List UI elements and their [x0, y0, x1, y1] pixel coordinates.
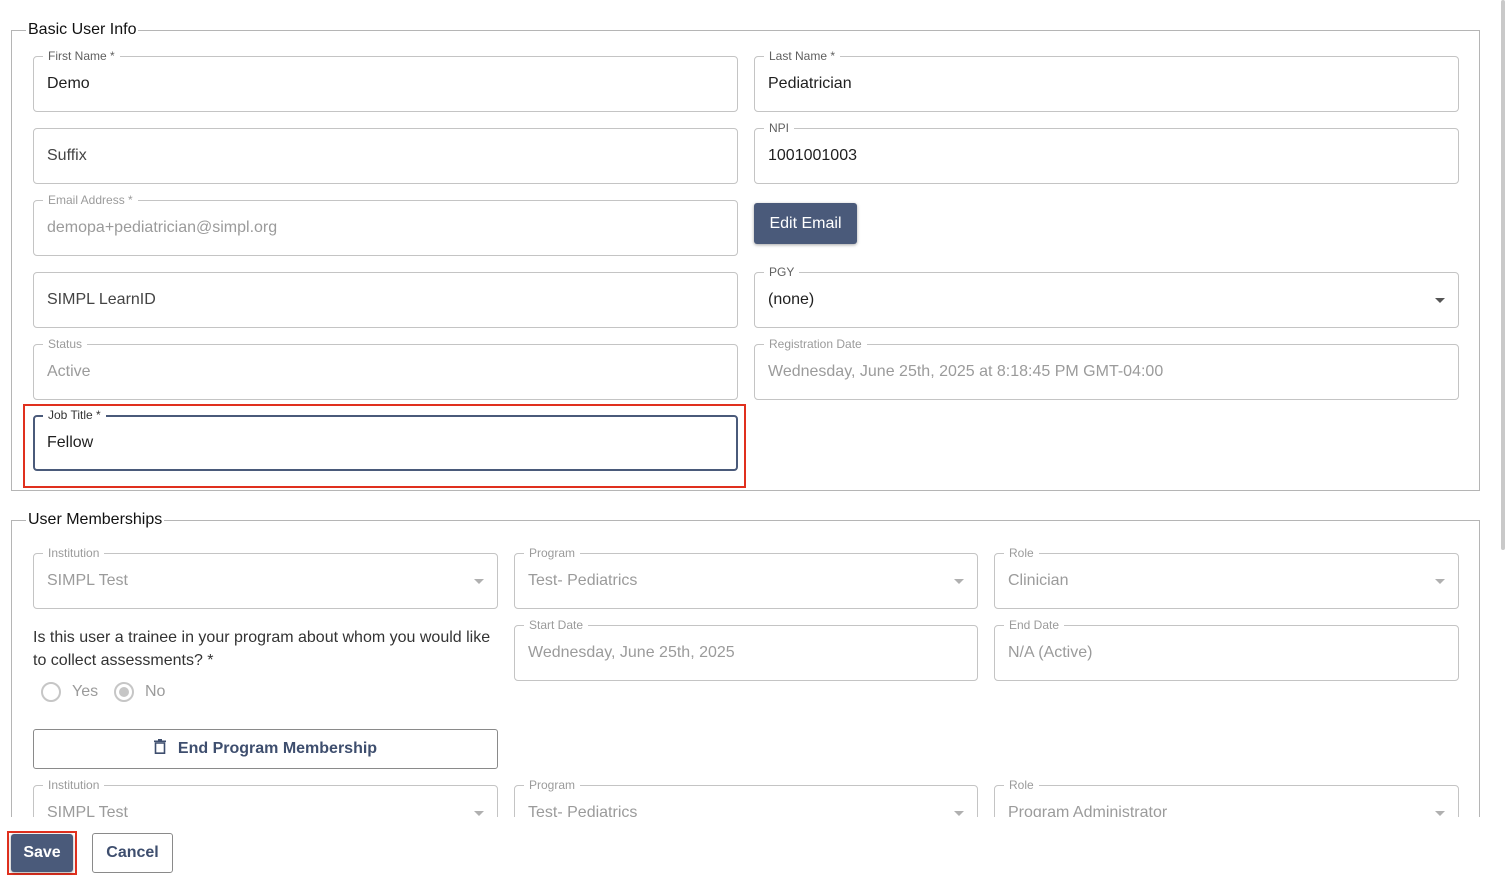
program-value-2: Test- Pediatrics — [528, 804, 638, 817]
last-name-label: Last Name * — [764, 49, 841, 63]
institution-value-2: SIMPL Test — [47, 804, 128, 817]
save-button[interactable]: Save — [11, 834, 73, 872]
scrollbar[interactable] — [1501, 0, 1505, 550]
npi-label: NPI — [764, 121, 795, 135]
program-label: Program — [524, 546, 581, 560]
cancel-button[interactable]: Cancel — [92, 833, 173, 873]
radio-no-label: No — [145, 683, 166, 700]
pgy-value: (none) — [768, 291, 815, 308]
end-date-label: End Date — [1004, 618, 1065, 632]
start-date-value: Wednesday, June 25th, 2025 — [528, 644, 735, 661]
basic-user-info-legend: Basic User Info — [26, 20, 139, 40]
chevron-down-icon — [474, 811, 484, 816]
npi-value: 1001001003 — [768, 147, 857, 164]
program-value: Test- Pediatrics — [528, 572, 638, 589]
status-label: Status — [43, 337, 88, 351]
suffix-field[interactable]: Suffix — [33, 128, 738, 184]
user-memberships-legend: User Memberships — [26, 510, 165, 530]
pgy-label: PGY — [764, 265, 800, 279]
start-date-label: Start Date — [524, 618, 589, 632]
radio-yes-circle[interactable] — [41, 682, 61, 702]
learn-id-placeholder: SIMPL LearnID — [47, 291, 156, 308]
learn-id-field[interactable]: SIMPL LearnID — [33, 272, 738, 328]
first-name-value: Demo — [47, 75, 90, 92]
institution-value: SIMPL Test — [47, 572, 128, 589]
role-label-2: Role — [1004, 778, 1039, 792]
pgy-select[interactable]: PGY (none) — [754, 265, 1459, 328]
program-label-2: Program — [524, 778, 581, 792]
job-title-label: Job Title * — [43, 408, 106, 422]
role-value-2: Program Administrator — [1008, 804, 1168, 817]
email-label: Email Address * — [43, 193, 138, 207]
role-value: Clinician — [1008, 572, 1069, 589]
trash-icon — [153, 739, 166, 759]
radio-no[interactable]: No — [114, 681, 165, 703]
radio-yes-label: Yes — [72, 683, 99, 700]
registration-date-value: Wednesday, June 25th, 2025 at 8:18:45 PM… — [768, 363, 1164, 380]
role-select-2: Role Program Administrator — [994, 778, 1459, 817]
job-title-field[interactable]: Job Title * Fellow — [33, 408, 738, 471]
email-field: Email Address * demopa+pediatrician@simp… — [33, 193, 738, 256]
program-select: Program Test- Pediatrics — [514, 546, 978, 609]
first-name-label: First Name * — [43, 49, 120, 63]
role-label: Role — [1004, 546, 1039, 560]
radio-no-circle[interactable] — [114, 682, 134, 702]
scroll-content: Basic User Info First Name * Demo Last N… — [0, 0, 1505, 817]
end-program-membership-button[interactable]: End Program Membership — [33, 729, 498, 769]
npi-field[interactable]: NPI 1001001003 — [754, 121, 1459, 184]
last-name-field[interactable]: Last Name * Pediatrician — [754, 49, 1459, 112]
status-field: Status Active — [33, 337, 738, 400]
last-name-value: Pediatrician — [768, 75, 852, 92]
end-program-membership-label: End Program Membership — [177, 740, 378, 757]
institution-select: Institution SIMPL Test — [33, 546, 498, 609]
chevron-down-icon — [1435, 579, 1445, 584]
suffix-placeholder: Suffix — [47, 147, 87, 164]
institution-label-2: Institution — [43, 778, 105, 792]
role-select: Role Clinician — [994, 546, 1459, 609]
trainee-question: Is this user a trainee in your program a… — [33, 629, 491, 669]
registration-date-label: Registration Date — [764, 337, 867, 351]
radio-yes[interactable]: Yes — [41, 681, 98, 703]
registration-date-field: Registration Date Wednesday, June 25th, … — [754, 337, 1459, 400]
chevron-down-icon — [474, 579, 484, 584]
chevron-down-icon — [1435, 811, 1445, 816]
end-date-value: N/A (Active) — [1008, 644, 1093, 661]
start-date-field: Start Date Wednesday, June 25th, 2025 — [514, 618, 978, 681]
chevron-down-icon — [954, 811, 964, 816]
chevron-down-icon[interactable] — [1435, 298, 1445, 303]
program-select-2: Program Test- Pediatrics — [514, 778, 978, 817]
end-date-field: End Date N/A (Active) — [994, 618, 1459, 681]
first-name-field[interactable]: First Name * Demo — [33, 49, 738, 112]
chevron-down-icon — [954, 579, 964, 584]
institution-label: Institution — [43, 546, 105, 560]
job-title-value: Fellow — [47, 434, 94, 451]
institution-select-2: Institution SIMPL Test — [33, 778, 498, 817]
email-value: demopa+pediatrician@simpl.org — [47, 219, 278, 236]
edit-email-button[interactable]: Edit Email — [754, 203, 857, 244]
status-value: Active — [47, 363, 91, 380]
